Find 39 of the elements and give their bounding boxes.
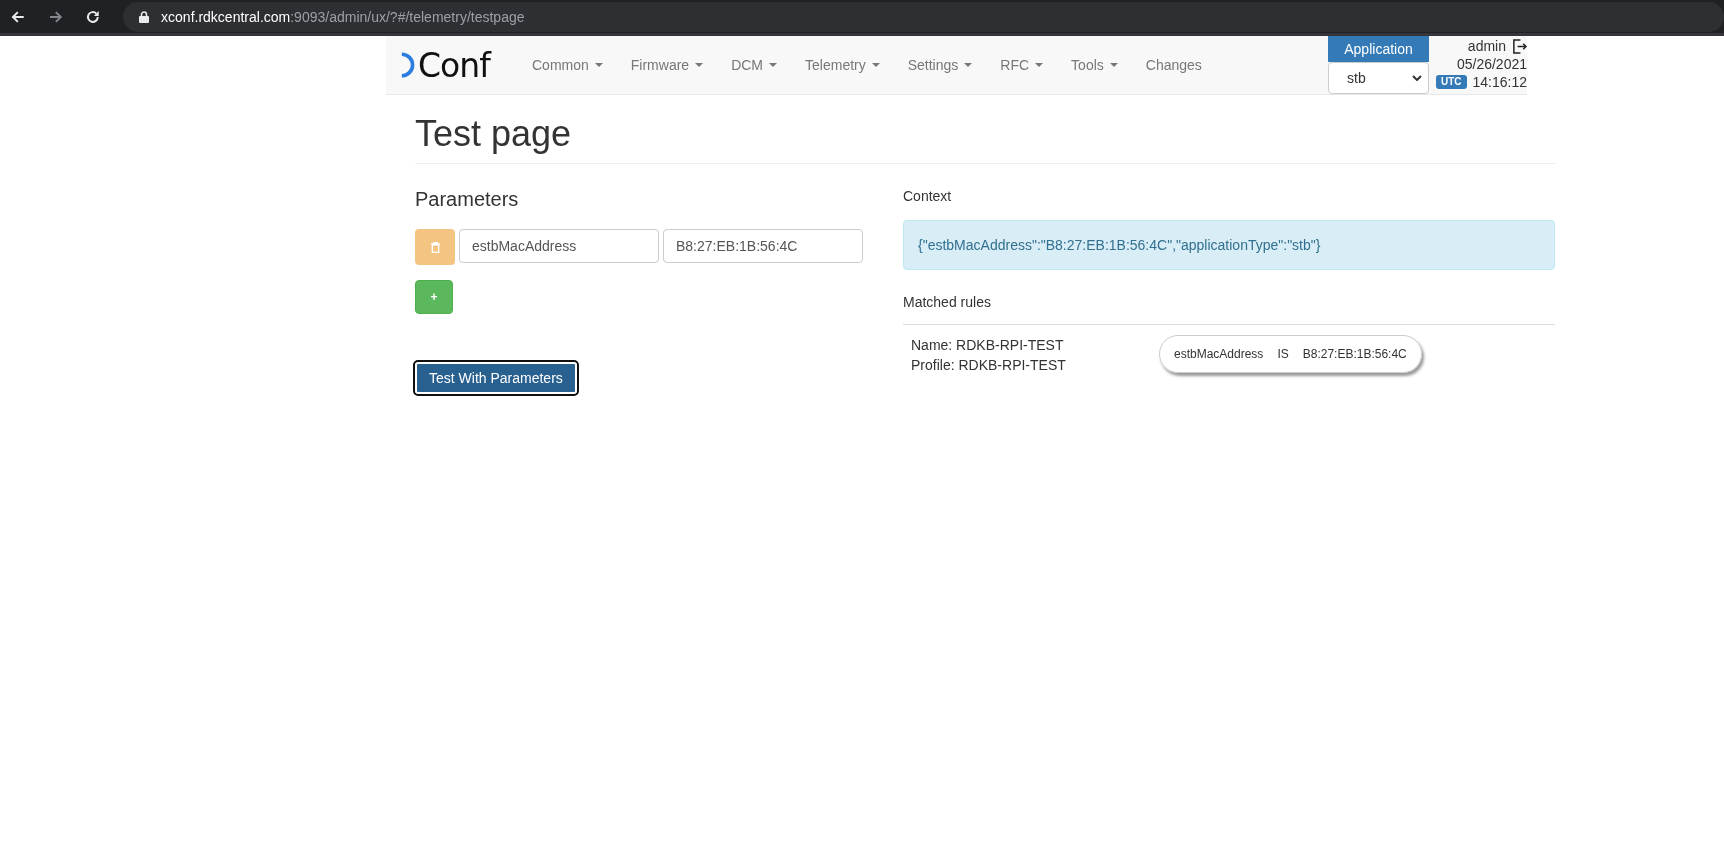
- lock-icon: [139, 10, 150, 23]
- parameters-heading: Parameters: [415, 188, 519, 211]
- nav-menu-item[interactable]: Settings: [893, 57, 987, 73]
- nav-menu-item[interactable]: Changes: [1131, 57, 1216, 73]
- nav-menu-item[interactable]: Telemetry: [791, 57, 894, 73]
- application-label: Application: [1328, 36, 1429, 62]
- address-bar[interactable]: xconf.rdkcentral.com:9093/admin/ux/?#/telemetry/testpage: [123, 1, 1724, 32]
- date-text: 05/26/2021: [1456, 55, 1527, 73]
- condition-key: estbMacAddress: [1174, 344, 1264, 364]
- username: admin: [1467, 37, 1506, 55]
- context-heading: Context: [903, 188, 953, 204]
- reload-icon[interactable]: [85, 8, 102, 25]
- rule-name: Name: RDKB-RPI-TEST: [911, 336, 1065, 355]
- url-path: :9093/admin/ux/?#/telemetry/testpage: [290, 8, 525, 25]
- chevron-down-icon: [1412, 75, 1422, 81]
- nav-menu-item[interactable]: Common: [518, 57, 617, 73]
- condition-value: B8:27:EB:1B:56:4C: [1302, 346, 1407, 363]
- logout-icon[interactable]: [1512, 38, 1527, 54]
- forward-arrow-icon[interactable]: [47, 8, 64, 25]
- test-with-parameters-button[interactable]: Test With Parameters: [415, 362, 577, 394]
- application-select[interactable]: stb: [1328, 62, 1429, 94]
- logo[interactable]: Conf: [400, 36, 518, 94]
- timezone-badge: UTC: [1435, 75, 1467, 89]
- parameter-value-field[interactable]: B8:27:EB:1B:56:4C: [663, 229, 863, 263]
- matched-rules-heading: Matched rules: [903, 294, 992, 310]
- nav-menu-item[interactable]: Firmware: [616, 57, 718, 73]
- context-alert: {"estbMacAddress":"B8:27:EB:1B:56:4C","applicationType":"stb"}: [903, 220, 1555, 270]
- nav-menu-item[interactable]: DCM: [717, 57, 792, 73]
- trash-icon: [430, 241, 440, 253]
- rule-profile: Profile: RDKB-RPI-TEST: [911, 356, 1067, 375]
- logo-text: Conf: [418, 45, 490, 85]
- url-host: xconf.rdkcentral.com: [161, 8, 291, 25]
- page-title: Test page: [415, 113, 1555, 164]
- add-parameter-button[interactable]: +: [415, 280, 453, 314]
- condition-operator: IS: [1277, 346, 1289, 363]
- time-text: 14:16:12: [1472, 73, 1527, 91]
- parameter-name-field[interactable]: estbMacAddress: [459, 229, 659, 263]
- nav-menu-item[interactable]: Tools: [1057, 57, 1132, 73]
- nav-menu-item[interactable]: RFC: [986, 57, 1058, 73]
